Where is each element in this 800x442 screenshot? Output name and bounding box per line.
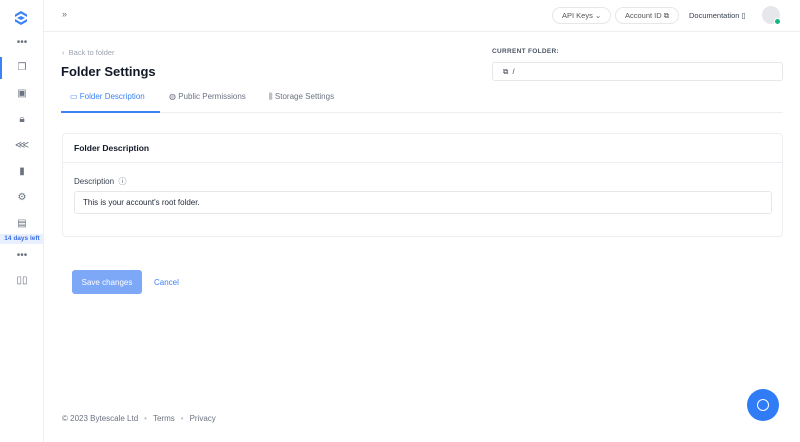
cancel-button[interactable]: Cancel <box>154 278 179 287</box>
sliders-icon: ⫼ <box>269 92 273 101</box>
trial-badge[interactable]: 14 days left <box>0 234 44 244</box>
tab-folder-description[interactable]: ▭ Folder Description <box>61 88 160 113</box>
lock-icon[interactable]: 🔒︎ <box>0 113 44 127</box>
terms-link[interactable]: Terms <box>153 414 175 423</box>
tabs: ▭ Folder Description ◍ Public Permission… <box>61 88 783 113</box>
book-icon: ▯ <box>741 11 746 20</box>
privacy-link[interactable]: Privacy <box>190 414 216 423</box>
folder-icon: ⧉ <box>503 67 509 76</box>
documentation-link[interactable]: Documentation ▯ <box>689 11 746 20</box>
description-input[interactable]: This is your account's root folder. <box>74 191 772 214</box>
media-icon[interactable]: ▣ <box>0 87 44 101</box>
description-label: Description ⓘ <box>74 177 127 186</box>
more-icon[interactable]: ••• <box>0 36 44 50</box>
billing-icon[interactable]: ▤ <box>0 217 44 231</box>
share-icon[interactable]: ⋘ <box>0 139 44 153</box>
account-id-button[interactable]: Account ID ⧉ <box>615 7 680 24</box>
description-icon: ▭ <box>70 92 78 101</box>
card-title: Folder Description <box>63 134 782 163</box>
folder-description-card: Folder Description Description ⓘ This is… <box>62 133 783 237</box>
chat-button[interactable] <box>747 389 779 421</box>
book-icon[interactable]: ▯▯ <box>0 274 44 288</box>
page-title: Folder Settings <box>61 64 156 79</box>
globe-icon: ◍ <box>169 92 176 101</box>
sidebar: ••• ❐ ▣ 🔒︎ ⋘ ▮ ⚙ ▤ 14 days left ••• ▯▯ <box>0 0 44 442</box>
current-folder-field[interactable]: ⧉ / <box>492 62 783 81</box>
chevron-down-icon: ⌄ <box>594 11 602 20</box>
expand-sidebar-icon[interactable]: » <box>62 9 67 19</box>
api-keys-dropdown[interactable]: API Keys ⌄ <box>552 7 612 24</box>
save-changes-button[interactable]: Save changes <box>72 270 142 294</box>
tab-storage-settings[interactable]: ⫼ Storage Settings <box>269 88 334 113</box>
footer: © 2023 Bytescale Ltd • Terms • Privacy <box>62 414 216 423</box>
topbar: » <box>44 0 800 32</box>
logo-icon[interactable] <box>13 10 29 26</box>
current-folder-label: CURRENT FOLDER: <box>492 48 559 55</box>
tab-public-permissions[interactable]: ◍ Public Permissions <box>169 88 246 113</box>
help-icon[interactable]: ⓘ <box>118 177 126 186</box>
gear-icon[interactable]: ⚙ <box>0 191 44 205</box>
copy-icon: ⧉ <box>663 11 670 20</box>
avatar[interactable] <box>762 6 781 25</box>
chart-icon[interactable]: ▮ <box>0 165 44 179</box>
files-icon[interactable]: ❐ <box>0 57 44 79</box>
more-icon[interactable]: ••• <box>0 249 44 263</box>
back-to-folder-link[interactable]: ‹ Back to folder <box>62 48 115 57</box>
